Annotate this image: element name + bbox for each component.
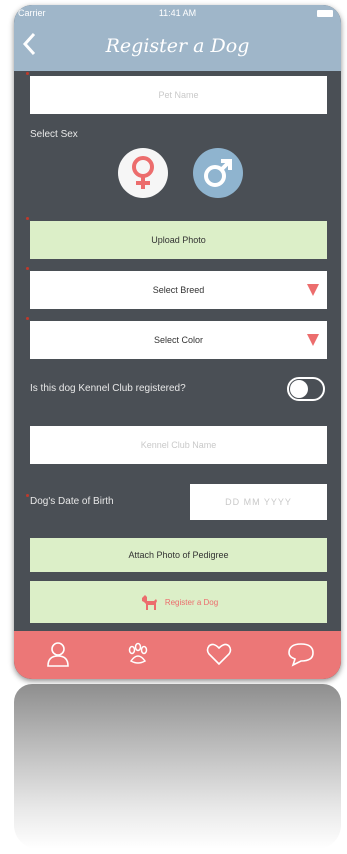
dropdown-arrow-icon bbox=[307, 284, 319, 296]
tab-favorites[interactable] bbox=[204, 639, 234, 669]
female-symbol-icon bbox=[132, 156, 154, 189]
tab-profile[interactable] bbox=[43, 639, 73, 669]
profile-icon bbox=[47, 642, 69, 667]
male-symbol-icon bbox=[204, 159, 232, 187]
required-marker bbox=[26, 317, 29, 320]
chat-bubble-icon bbox=[288, 643, 314, 667]
attach-pedigree-button[interactable]: Attach Photo of Pedigree bbox=[30, 538, 327, 572]
male-button[interactable] bbox=[193, 148, 243, 198]
required-marker bbox=[26, 267, 29, 270]
required-marker bbox=[26, 494, 29, 497]
page-title: Register a Dog bbox=[105, 35, 250, 57]
dob-placeholder: DD MM YYYY bbox=[225, 497, 292, 507]
tab-messages[interactable] bbox=[286, 639, 316, 669]
color-select[interactable]: Select Color bbox=[30, 321, 327, 359]
upload-photo-button[interactable]: Upload Photo bbox=[30, 221, 327, 259]
breed-select[interactable]: Select Breed bbox=[30, 271, 327, 309]
upload-photo-label: Upload Photo bbox=[151, 235, 206, 245]
kennel-question-label: Is this dog Kennel Club registered? bbox=[30, 383, 186, 394]
battery-icon bbox=[317, 10, 333, 17]
dob-input[interactable]: DD MM YYYY bbox=[190, 484, 327, 520]
pet-name-input[interactable]: Pet Name bbox=[30, 76, 327, 114]
dog-icon bbox=[141, 595, 157, 610]
register-form: Pet Name Select Sex Upload Photo Select … bbox=[14, 71, 341, 631]
color-select-label: Select Color bbox=[153, 335, 204, 345]
female-button[interactable] bbox=[118, 148, 168, 198]
dob-label: Dog's Date of Birth bbox=[30, 496, 114, 507]
select-sex-label: Select Sex bbox=[30, 129, 78, 140]
tab-dogs[interactable] bbox=[123, 639, 153, 669]
nav-bar: Register a Dog bbox=[14, 23, 341, 71]
kennel-club-name-input[interactable]: Kennel Club Name bbox=[30, 426, 327, 464]
tab-bar bbox=[14, 631, 341, 679]
pet-name-placeholder: Pet Name bbox=[158, 90, 199, 100]
kennel-club-name-placeholder: Kennel Club Name bbox=[140, 440, 217, 450]
phone-reflection bbox=[14, 684, 341, 849]
required-marker bbox=[26, 72, 29, 75]
phone-screen: Carrier 11:41 AM Register a Dog Pet Name… bbox=[14, 5, 341, 679]
register-label: Register a Dog bbox=[164, 597, 219, 607]
heart-icon bbox=[206, 643, 232, 666]
paw-icon bbox=[128, 642, 148, 664]
dropdown-arrow-icon bbox=[307, 334, 319, 346]
status-bar: Carrier 11:41 AM bbox=[14, 5, 341, 23]
toggle-knob bbox=[290, 380, 308, 398]
kennel-club-toggle[interactable] bbox=[287, 377, 325, 401]
status-time: 11:41 AM bbox=[158, 8, 197, 18]
register-button[interactable]: Register a Dog bbox=[30, 581, 327, 623]
attach-pedigree-label: Attach Photo of Pedigree bbox=[128, 550, 229, 560]
required-marker bbox=[26, 217, 29, 220]
breed-select-label: Select Breed bbox=[152, 285, 205, 295]
